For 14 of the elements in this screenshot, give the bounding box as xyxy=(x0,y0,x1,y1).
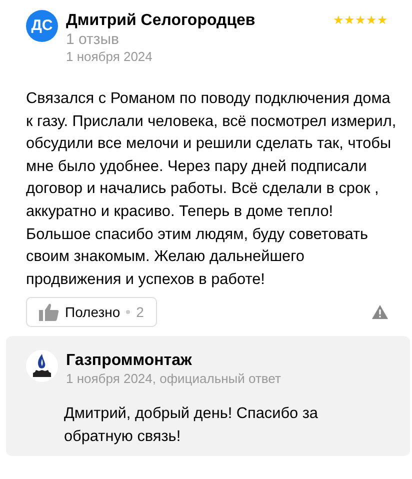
warning-icon[interactable] xyxy=(372,305,388,320)
reviews-count: 1 отзыв xyxy=(66,31,120,48)
helpful-button[interactable]: Полезно 2 xyxy=(26,297,157,328)
review-text: Связался с Романом по поводу подключения дома к газу. Прислали человека, всё посмотрел измерил, обсудили все мелочи и решили сделать так, чтобы мне было удобнее. Через пару дней подписали договор и начались работы. Всё сделали в срок , аккуратно и красиво. Теперь в доме тепло! Большое спасибо этим людям, буду советовать своим знакомым. Желаю дальнейшего продвижения и успехов в работе! xyxy=(26,89,398,290)
author-name[interactable]: Дмитрий Селогородцев xyxy=(66,11,256,31)
review-date: 1 ноября 2024 xyxy=(66,49,152,64)
star-rating: ★★★★★ xyxy=(333,14,388,29)
thumbs-up-icon xyxy=(39,303,59,322)
separator-dot xyxy=(126,310,130,314)
reply-meta: 1 ноября 2024, официальный ответ xyxy=(66,371,281,386)
user-avatar: ДС xyxy=(26,10,58,42)
flame-gear-icon xyxy=(26,350,58,382)
reply-text: Дмитрий, добрый день! Спасибо за обратную связь! xyxy=(63,404,319,448)
company-name[interactable]: Газпроммонтаж xyxy=(66,351,281,372)
